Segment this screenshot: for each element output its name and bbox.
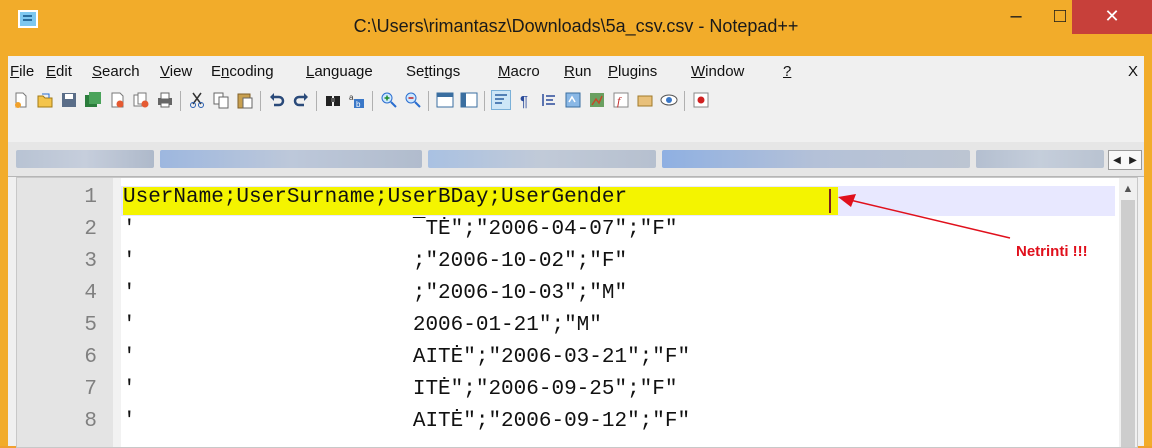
toolbar-separator <box>684 91 685 111</box>
show-all-chars-icon[interactable]: ¶ <box>516 91 534 109</box>
record-macro-icon[interactable] <box>692 91 710 109</box>
window-title: C:\Users\rimantasz\Downloads\5a_csv.csv … <box>353 16 799 36</box>
toolbar-separator <box>260 91 261 111</box>
title-bar[interactable]: C:\Users\rimantasz\Downloads\5a_csv.csv … <box>0 0 1152 56</box>
tab-scroll-right-icon[interactable]: ▶ <box>1129 155 1137 166</box>
menu-edit[interactable]: Edit <box>46 63 72 80</box>
toolbar-separator <box>316 91 317 111</box>
svg-text:¶: ¶ <box>520 93 528 109</box>
replace-icon[interactable]: ab <box>348 91 366 109</box>
menu-window[interactable]: Window <box>691 63 744 80</box>
toolbar-separator <box>180 91 181 111</box>
save-all-icon[interactable] <box>84 91 102 109</box>
print-icon[interactable] <box>156 91 174 109</box>
close-window-button[interactable]: ✕ <box>1072 0 1152 34</box>
client-area: File Edit Search View Encoding Language … <box>8 56 1144 448</box>
line-number: 1 <box>84 186 97 209</box>
indent-guide-icon[interactable] <box>540 91 558 109</box>
menu-file[interactable]: File <box>10 63 34 80</box>
code-line[interactable]: ' AITĖ";"2006-03-21";"F" <box>123 346 690 369</box>
line-number: 7 <box>84 378 97 401</box>
line-number: 2 <box>84 218 97 241</box>
notepadpp-window: C:\Users\rimantasz\Downloads\5a_csv.csv … <box>0 0 1152 448</box>
line-number: 8 <box>84 410 97 433</box>
menu-settings[interactable]: Settings <box>406 63 460 80</box>
word-wrap-icon[interactable] <box>491 90 511 110</box>
svg-text:a: a <box>349 93 354 102</box>
copy-icon[interactable] <box>212 91 230 109</box>
vertical-scrollbar[interactable]: ▲ <box>1119 178 1137 447</box>
tab-blurred[interactable] <box>16 150 154 168</box>
fold-margin <box>113 178 121 447</box>
redo-icon[interactable] <box>292 91 310 109</box>
toolbar-separator <box>372 91 373 111</box>
folder-workspace-icon[interactable] <box>636 91 654 109</box>
close-all-icon[interactable] <box>132 91 150 109</box>
annotation-label: Netrinti !!! <box>1016 243 1088 260</box>
tab-blurred[interactable] <box>976 150 1104 168</box>
toolbar-separator <box>484 91 485 111</box>
zoom-out-icon[interactable] <box>404 91 422 109</box>
scroll-up-icon[interactable]: ▲ <box>1121 182 1135 196</box>
tab-blurred[interactable] <box>160 150 422 168</box>
close-document-button[interactable]: X <box>1128 63 1138 80</box>
undo-icon[interactable] <box>268 91 286 109</box>
line-number: 5 <box>84 314 97 337</box>
sync-h-icon[interactable] <box>460 91 478 109</box>
code-line[interactable]: ' ;"2006-10-03";"M" <box>123 282 627 305</box>
tab-bar: ◀ ▶ <box>8 142 1144 177</box>
code-line[interactable]: ' ;"2006-10-02";"F" <box>123 250 627 273</box>
scrollbar-thumb[interactable] <box>1121 200 1135 447</box>
code-line[interactable]: ' AITĖ";"2006-09-12";"F" <box>123 410 690 433</box>
paste-icon[interactable] <box>236 91 254 109</box>
text-caret <box>829 189 831 213</box>
cut-icon[interactable] <box>188 91 206 109</box>
tab-blurred[interactable] <box>428 150 656 168</box>
tab-scroll-arrows[interactable]: ◀ ▶ <box>1108 150 1142 170</box>
close-icon[interactable] <box>108 91 126 109</box>
line-number: 4 <box>84 282 97 305</box>
text-editor[interactable]: 1 2 3 4 5 6 7 8 UserName;UserSurname;Use… <box>16 177 1138 448</box>
menu-language[interactable]: Language <box>306 63 373 80</box>
line-number: 3 <box>84 250 97 273</box>
tab-blurred[interactable] <box>662 150 970 168</box>
code-line[interactable]: UserName;UserSurname;UserBDay;UserGender <box>123 186 627 209</box>
user-lang-icon[interactable] <box>564 91 582 109</box>
zoom-in-icon[interactable] <box>380 91 398 109</box>
menu-macro[interactable]: Macro <box>498 63 540 80</box>
sync-v-icon[interactable] <box>436 91 454 109</box>
menu-search[interactable]: Search <box>92 63 140 80</box>
code-line[interactable]: ' 2006-01-21";"M" <box>123 314 602 337</box>
menu-view[interactable]: View <box>160 63 192 80</box>
menu-bar: File Edit Search View Encoding Language … <box>8 56 1144 86</box>
menu-run[interactable]: Run <box>564 63 592 80</box>
svg-text:b: b <box>356 100 361 109</box>
minimize-button[interactable]: – <box>996 0 1036 34</box>
menu-plugins[interactable]: Plugins <box>608 63 657 80</box>
code-line[interactable]: ' ¯TĖ";"2006-04-07";"F" <box>123 218 678 241</box>
find-icon[interactable] <box>324 91 342 109</box>
doc-map-icon[interactable] <box>588 91 606 109</box>
menu-help[interactable]: ? <box>783 63 791 80</box>
monitor-icon[interactable] <box>660 91 678 109</box>
function-list-icon[interactable]: f <box>612 91 630 109</box>
code-line[interactable]: ' ITĖ";"2006-09-25";"F" <box>123 378 678 401</box>
save-icon[interactable] <box>60 91 78 109</box>
tab-scroll-left-icon[interactable]: ◀ <box>1113 155 1121 166</box>
toolbar: ab ¶ f <box>8 86 1144 116</box>
menu-encoding[interactable]: Encoding <box>211 63 274 80</box>
toolbar-separator <box>428 91 429 111</box>
line-number: 6 <box>84 346 97 369</box>
open-file-icon[interactable] <box>36 91 54 109</box>
new-file-icon[interactable] <box>12 91 30 109</box>
